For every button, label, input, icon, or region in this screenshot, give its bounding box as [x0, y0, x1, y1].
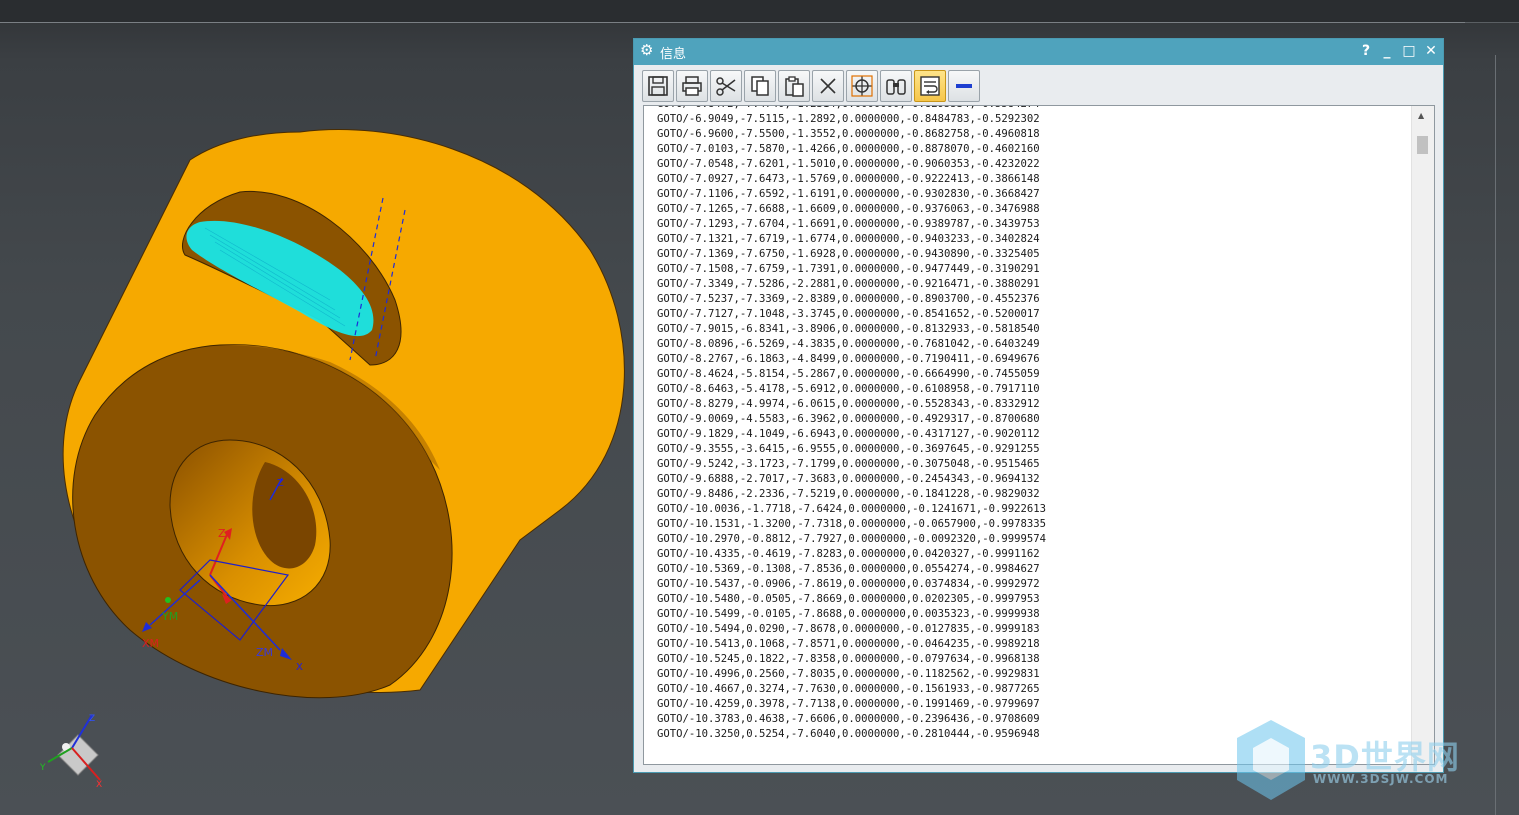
information-window[interactable]: ⚙ 信息 ? _ □ ✕ GOTO/-6.9049,-7.5115,-1.289…: [633, 38, 1444, 773]
info-line: GOTO/-10.5480,-0.0505,-7.8669,0.0000000,…: [657, 593, 1040, 605]
view-triad-icon: Z Y X: [39, 714, 102, 790]
window-title: 信息: [660, 47, 687, 62]
info-line: GOTO/-10.2970,-0.8812,-7.7927,0.0000000,…: [657, 533, 1047, 545]
info-line: GOTO/-7.1265,-7.6688,-1.6609,0.0000000,-…: [657, 203, 1040, 215]
viewport-right-edge: [1495, 55, 1496, 815]
info-line: GOTO/-7.5237,-7.3369,-2.8389,0.0000000,-…: [657, 293, 1040, 305]
find-binoculars-icon: [886, 79, 906, 95]
delete-icon: [820, 78, 836, 94]
svg-text:Z: Z: [89, 714, 95, 724]
info-line: GOTO/-7.1321,-7.6719,-1.6774,0.0000000,-…: [657, 233, 1040, 245]
paste-button[interactable]: [778, 70, 810, 102]
info-line: GOTO/-10.1531,-1.3200,-7.7318,0.0000000,…: [657, 518, 1047, 530]
svg-text:X: X: [96, 780, 102, 790]
scroll-up-arrow-icon[interactable]: ▲: [1418, 111, 1424, 120]
svg-text:Z: Z: [218, 527, 226, 540]
info-text-area[interactable]: GOTO/-6.8472,-7.4740,-1.2314,0.0000000,-…: [643, 105, 1435, 765]
info-line: GOTO/-7.0548,-7.6201,-1.5010,0.0000000,-…: [657, 158, 1040, 170]
info-line: GOTO/-8.2767,-6.1863,-4.8499,0.0000000,-…: [657, 353, 1040, 365]
info-line: GOTO/-10.4335,-0.4619,-7.8283,0.0000000,…: [657, 548, 1040, 560]
svg-text:Z: Z: [277, 478, 284, 489]
info-line: GOTO/-10.5413,0.1068,-7.8571,0.0000000,-…: [657, 638, 1040, 650]
info-line: GOTO/-9.1829,-4.1049,-6.6943,0.0000000,-…: [657, 428, 1040, 440]
select-target-button[interactable]: [846, 70, 878, 102]
gear-icon: ⚙: [640, 41, 654, 59]
info-line: GOTO/-8.4624,-5.8154,-5.2867,0.0000000,-…: [657, 368, 1040, 380]
info-line: GOTO/-7.1293,-7.6704,-1.6691,0.0000000,-…: [657, 218, 1040, 230]
info-line: GOTO/-10.5369,-0.1308,-7.8536,0.0000000,…: [657, 563, 1040, 575]
info-line: GOTO/-8.8279,-4.9974,-6.0615,0.0000000,-…: [657, 398, 1040, 410]
info-line: GOTO/-7.9015,-6.8341,-3.8906,0.0000000,-…: [657, 323, 1040, 335]
delete-button[interactable]: [812, 70, 844, 102]
info-line: GOTO/-7.7127,-7.1048,-3.3745,0.0000000,-…: [657, 308, 1040, 320]
info-line: GOTO/-9.6888,-2.7017,-7.3683,0.0000000,-…: [657, 473, 1040, 485]
watermark-url: WWW.3DSJW.COM: [1313, 772, 1449, 786]
svg-text:ZM: ZM: [256, 646, 273, 659]
cut-icon: [716, 77, 736, 96]
info-line: GOTO/-9.5242,-3.1723,-7.1799,0.0000000,-…: [657, 458, 1040, 470]
info-line: GOTO/-10.4996,0.2560,-7.8035,0.0000000,-…: [657, 668, 1040, 680]
info-line: GOTO/-10.0036,-1.7718,-7.6424,0.0000000,…: [657, 503, 1047, 515]
save-icon: [648, 76, 668, 96]
cut-button[interactable]: [710, 70, 742, 102]
info-line: GOTO/-10.3250,0.5254,-7.6040,0.0000000,-…: [657, 728, 1040, 740]
scroll-thumb[interactable]: [1417, 136, 1428, 154]
save-button[interactable]: [642, 70, 674, 102]
graphics-viewport[interactable]: Z ZM X YM XM Z Z Y X: [0, 0, 633, 815]
minimize-button[interactable]: _: [1378, 42, 1396, 60]
maximize-button[interactable]: □: [1400, 42, 1418, 60]
find-button[interactable]: [880, 70, 912, 102]
close-button[interactable]: ✕: [1422, 42, 1440, 60]
info-line: GOTO/-9.0069,-4.5583,-6.3962,0.0000000,-…: [657, 413, 1040, 425]
collapse-button[interactable]: [948, 70, 980, 102]
info-line: GOTO/-6.8472,-7.4740,-1.2314,0.0000000,-…: [657, 106, 1046, 112]
info-line: GOTO/-7.0927,-7.6473,-1.5769,0.0000000,-…: [657, 173, 1040, 185]
copy-button[interactable]: [744, 70, 776, 102]
info-line: GOTO/-9.3555,-3.6415,-6.9555,0.0000000,-…: [657, 443, 1040, 455]
help-button[interactable]: ?: [1357, 42, 1375, 60]
svg-text:XM: XM: [142, 637, 159, 650]
svg-text:X: X: [296, 662, 303, 673]
window-titlebar[interactable]: ⚙ 信息 ? _ □ ✕: [634, 39, 1443, 65]
info-lines-list: GOTO/-6.8472,-7.4740,-1.2314,0.0000000,-…: [657, 106, 1047, 742]
copy-icon: [751, 76, 769, 96]
info-line: GOTO/-10.5499,-0.0105,-7.8688,0.0000000,…: [657, 608, 1040, 620]
info-line: GOTO/-7.1106,-7.6592,-1.6191,0.0000000,-…: [657, 188, 1040, 200]
info-line: GOTO/-6.9600,-7.5500,-1.3552,0.0000000,-…: [657, 128, 1040, 140]
info-line: GOTO/-10.4667,0.3274,-7.7630,0.0000000,-…: [657, 683, 1040, 695]
info-line: GOTO/-8.6463,-5.4178,-5.6912,0.0000000,-…: [657, 383, 1040, 395]
select-target-icon: [851, 75, 873, 97]
info-line: GOTO/-10.5437,-0.0906,-7.8619,0.0000000,…: [657, 578, 1040, 590]
wrap-text-button[interactable]: [914, 70, 946, 102]
svg-text:Y: Y: [39, 763, 46, 773]
info-line: GOTO/-9.8486,-2.2336,-7.5219,0.0000000,-…: [657, 488, 1040, 500]
info-line: GOTO/-8.0896,-6.5269,-4.3835,0.0000000,-…: [657, 338, 1040, 350]
info-line: GOTO/-10.4259,0.3978,-7.7138,0.0000000,-…: [657, 698, 1040, 710]
paste-icon: [785, 76, 804, 97]
print-icon: [682, 76, 702, 96]
vertical-scrollbar[interactable]: ▲: [1411, 106, 1434, 764]
info-line: GOTO/-6.9049,-7.5115,-1.2892,0.0000000,-…: [657, 113, 1040, 125]
info-line: GOTO/-7.0103,-7.5870,-1.4266,0.0000000,-…: [657, 143, 1040, 155]
print-button[interactable]: [676, 70, 708, 102]
svg-text:YM: YM: [161, 610, 178, 623]
info-line: GOTO/-10.5494,0.0290,-7.8678,0.0000000,-…: [657, 623, 1040, 635]
info-line: GOTO/-7.1508,-7.6759,-1.7391,0.0000000,-…: [657, 263, 1040, 275]
info-line: GOTO/-7.3349,-7.5286,-2.2881,0.0000000,-…: [657, 278, 1040, 290]
info-line: GOTO/-10.5245,0.1822,-7.8358,0.0000000,-…: [657, 653, 1040, 665]
info-line: GOTO/-7.1369,-7.6750,-1.6928,0.0000000,-…: [657, 248, 1040, 260]
wrap-text-icon: [920, 76, 940, 96]
collapse-minus-icon: [956, 84, 972, 88]
info-line: GOTO/-10.3783,0.4638,-7.6606,0.0000000,-…: [657, 713, 1040, 725]
